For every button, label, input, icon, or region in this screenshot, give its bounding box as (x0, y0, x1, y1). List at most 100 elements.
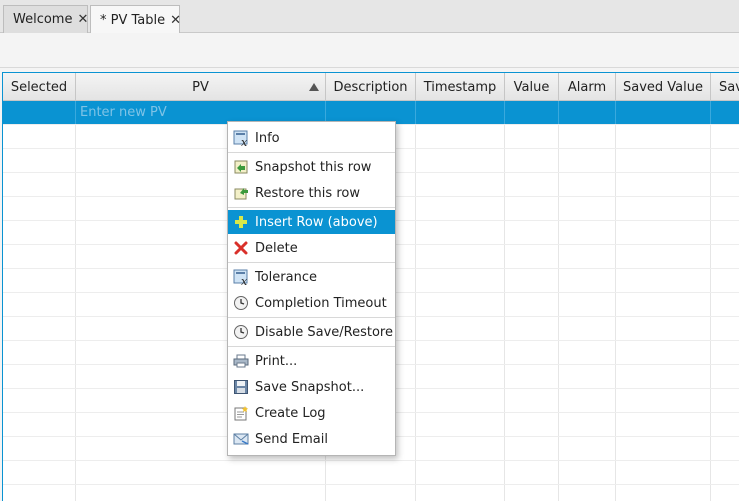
table-row[interactable] (3, 461, 739, 485)
table-cell[interactable] (711, 389, 739, 412)
table-cell[interactable] (616, 101, 711, 124)
table-cell[interactable] (505, 245, 559, 268)
table-cell[interactable] (3, 245, 76, 268)
table-cell[interactable] (616, 485, 711, 501)
menu-item-restore-row[interactable]: Restore this row (228, 181, 395, 205)
menu-item-print[interactable]: Print... (228, 349, 395, 373)
column-header-selected[interactable]: Selected (3, 73, 76, 101)
table-cell[interactable] (711, 437, 739, 460)
table-cell[interactable] (505, 221, 559, 244)
table-cell[interactable] (616, 413, 711, 436)
table-cell[interactable] (416, 245, 505, 268)
table-cell[interactable] (559, 149, 616, 172)
table-cell[interactable] (3, 101, 76, 124)
table-cell[interactable] (505, 269, 559, 292)
table-cell[interactable] (3, 341, 76, 364)
table-cell[interactable] (559, 293, 616, 316)
table-cell[interactable] (505, 365, 559, 388)
menu-item-tolerance[interactable]: x Tolerance (228, 265, 395, 289)
table-cell[interactable] (3, 317, 76, 340)
table-cell[interactable] (711, 341, 739, 364)
table-cell[interactable] (616, 245, 711, 268)
table-cell[interactable] (416, 221, 505, 244)
table-cell[interactable] (559, 341, 616, 364)
menu-item-disable-save-restore[interactable]: Disable Save/Restore (228, 320, 395, 344)
column-header-saved-value[interactable]: Saved Value (616, 73, 711, 101)
column-header-saved-truncated[interactable]: Sav (711, 73, 739, 101)
table-cell[interactable] (559, 461, 616, 484)
table-cell[interactable] (616, 293, 711, 316)
table-cell[interactable] (416, 197, 505, 220)
table-cell[interactable] (416, 125, 505, 148)
column-header-pv[interactable]: PV (76, 73, 326, 101)
table-cell[interactable] (416, 149, 505, 172)
table-cell[interactable] (505, 437, 559, 460)
table-cell[interactable] (3, 125, 76, 148)
table-cell[interactable] (416, 173, 505, 196)
table-cell[interactable] (3, 461, 76, 484)
table-cell[interactable] (616, 173, 711, 196)
table-cell[interactable] (505, 197, 559, 220)
table-cell[interactable] (616, 365, 711, 388)
table-cell[interactable] (416, 461, 505, 484)
table-cell[interactable] (711, 149, 739, 172)
close-icon[interactable]: ✕ (170, 13, 181, 28)
table-cell[interactable] (505, 317, 559, 340)
table-cell[interactable] (559, 365, 616, 388)
table-cell[interactable] (505, 389, 559, 412)
table-cell[interactable] (559, 221, 616, 244)
table-cell[interactable] (559, 173, 616, 196)
table-cell[interactable] (616, 437, 711, 460)
table-cell[interactable] (76, 461, 326, 484)
table-cell[interactable] (616, 197, 711, 220)
table-cell[interactable] (416, 293, 505, 316)
menu-item-completion-timeout[interactable]: Completion Timeout (228, 291, 395, 315)
table-cell[interactable] (3, 221, 76, 244)
menu-item-info[interactable]: x Info (228, 126, 395, 150)
table-cell[interactable] (416, 389, 505, 412)
table-cell[interactable] (416, 437, 505, 460)
table-cell[interactable] (3, 389, 76, 412)
table-cell[interactable] (505, 341, 559, 364)
table-cell[interactable] (3, 413, 76, 436)
table-cell[interactable] (416, 485, 505, 501)
menu-item-delete[interactable]: Delete (228, 236, 395, 260)
table-cell[interactable] (711, 221, 739, 244)
table-cell[interactable] (711, 413, 739, 436)
table-cell[interactable] (711, 365, 739, 388)
table-cell[interactable] (711, 317, 739, 340)
table-cell[interactable] (3, 485, 76, 501)
menu-item-insert-row-above[interactable]: Insert Row (above) (228, 210, 395, 234)
table-cell[interactable] (616, 269, 711, 292)
table-cell[interactable] (616, 317, 711, 340)
table-cell[interactable] (616, 149, 711, 172)
table-cell[interactable] (505, 149, 559, 172)
table-cell[interactable] (505, 293, 559, 316)
column-header-description[interactable]: Description (326, 73, 416, 101)
table-row[interactable] (3, 485, 739, 501)
table-cell[interactable] (559, 413, 616, 436)
table-cell[interactable] (3, 149, 76, 172)
table-cell[interactable] (559, 125, 616, 148)
table-cell[interactable] (711, 125, 739, 148)
column-header-alarm[interactable]: Alarm (559, 73, 616, 101)
table-cell[interactable] (3, 269, 76, 292)
tab-welcome[interactable]: Welcome ✕ (3, 5, 88, 33)
table-cell[interactable] (559, 197, 616, 220)
table-cell[interactable] (505, 461, 559, 484)
new-pv-input-placeholder[interactable]: Enter new PV (80, 105, 167, 120)
table-cell[interactable] (559, 389, 616, 412)
table-cell[interactable] (711, 269, 739, 292)
table-cell[interactable] (559, 485, 616, 501)
table-cell[interactable] (616, 221, 711, 244)
table-cell[interactable] (505, 101, 559, 124)
table-cell[interactable] (416, 341, 505, 364)
close-icon[interactable]: ✕ (77, 12, 88, 27)
column-header-timestamp[interactable]: Timestamp (416, 73, 505, 101)
table-cell[interactable] (616, 125, 711, 148)
table-cell[interactable] (326, 461, 416, 484)
table-cell[interactable] (711, 461, 739, 484)
column-header-value[interactable]: Value (505, 73, 559, 101)
menu-item-create-log[interactable]: Create Log (228, 401, 395, 425)
table-cell[interactable] (3, 365, 76, 388)
